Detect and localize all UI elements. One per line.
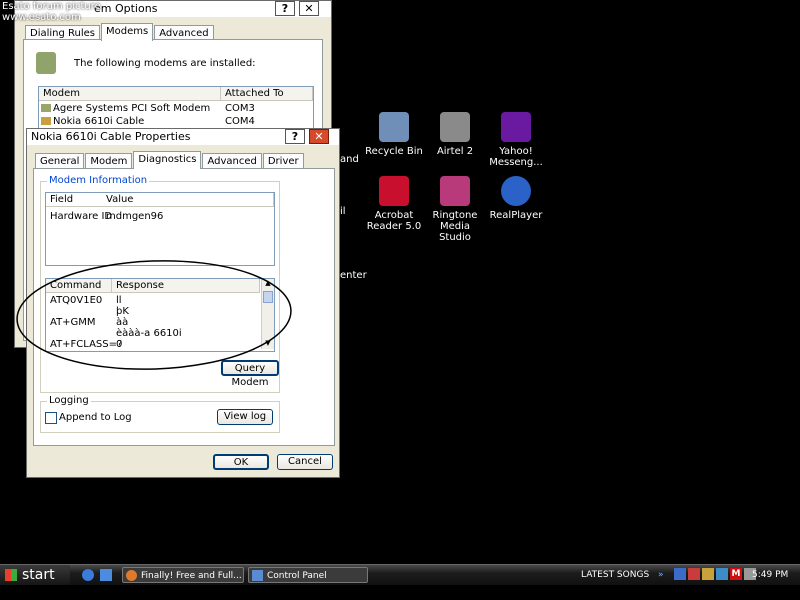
task-label: Finally! Free and Full...: [141, 571, 242, 581]
clock[interactable]: 5:49 PM: [752, 565, 788, 585]
logging-group: Logging Append to Log View log: [40, 395, 280, 433]
quick-launch-browser-icon[interactable]: [82, 569, 94, 581]
cmd-text: AT+GMM: [50, 317, 96, 328]
info-value: mdmgen96: [106, 211, 164, 222]
modems-intro: The following modems are installed:: [74, 58, 256, 69]
start-button[interactable]: start: [0, 565, 70, 585]
ok-button[interactable]: OK: [213, 454, 269, 470]
cable-properties-window: Nokia 6610i Cable Properties ? ✕ General…: [26, 128, 340, 478]
recycle-bin-label: Recycle Bin: [365, 146, 423, 157]
modem-port: COM3: [225, 103, 255, 114]
airtel-label: Airtel 2: [436, 146, 474, 157]
tab-diagnostics[interactable]: Diagnostics: [133, 151, 202, 169]
start-label: start: [22, 567, 55, 583]
scroll-thumb[interactable]: [263, 291, 273, 303]
scroll-up-arrow-icon[interactable]: ▲: [262, 279, 274, 289]
tab-modems[interactable]: Modems: [101, 23, 154, 41]
acrobat-reader-icon[interactable]: Acrobat Reader 5.0: [362, 176, 426, 232]
ringtone-media-studio-icon[interactable]: Ringtone Media Studio: [423, 176, 487, 243]
tab-advanced[interactable]: Advanced: [202, 153, 262, 169]
ringtone-media-studio-label: Ringtone Media Studio: [432, 210, 478, 243]
modem-options-title: em Options: [94, 2, 158, 15]
table-row[interactable]: Agere Systems PCI Soft Modem COM3: [39, 103, 313, 115]
modem-information-label: Modem Information: [47, 175, 150, 186]
logging-label: Logging: [47, 395, 91, 406]
column-attached-to[interactable]: Attached To: [221, 87, 313, 101]
system-tray: M: [674, 568, 756, 582]
view-log-button[interactable]: View log: [217, 409, 273, 425]
resp-text: àà: [116, 317, 129, 328]
cancel-button[interactable]: Cancel: [277, 454, 333, 470]
tab-driver[interactable]: Driver: [262, 153, 304, 169]
column-modem[interactable]: Modem: [39, 87, 221, 101]
control-panel-task-icon: [252, 570, 263, 581]
resp-text: ll: [116, 295, 122, 306]
windows-logo-icon: [5, 569, 17, 581]
modem-name: Nokia 6610i Cable: [53, 116, 145, 127]
cable-properties-tabs: General Modem Diagnostics Advanced Drive…: [35, 151, 305, 169]
modem-name: Agere Systems PCI Soft Modem: [53, 103, 211, 114]
column-command[interactable]: Command: [46, 279, 112, 293]
close-button[interactable]: ✕: [299, 1, 319, 16]
info-field: Hardware ID: [50, 211, 113, 222]
antivirus-icon[interactable]: M: [730, 568, 742, 580]
help-button[interactable]: ?: [275, 1, 295, 16]
table-row[interactable]: Nokia 6610i Cable COM4: [39, 116, 313, 128]
partial-icon-label-2: il: [340, 206, 346, 217]
latest-songs-toolbar[interactable]: LATEST SONGS »: [581, 565, 664, 585]
query-modem-button[interactable]: Query Modem: [221, 360, 279, 388]
column-value[interactable]: Value: [102, 193, 274, 207]
latest-songs-label: LATEST SONGS: [581, 570, 650, 580]
partial-icon-label-3: enter: [340, 270, 367, 281]
modem-row-icon: [41, 117, 51, 125]
acrobat-reader-label: Acrobat Reader 5.0: [366, 210, 422, 232]
yahoo-messenger-label: Yahoo! Messeng...: [489, 146, 543, 168]
monitor-icon[interactable]: [716, 568, 728, 580]
realplayer-icon[interactable]: RealPlayer: [484, 176, 548, 221]
tab-general[interactable]: General: [35, 153, 85, 169]
scroll-down-arrow-icon[interactable]: ▼: [262, 339, 274, 349]
taskbar-item-control-panel[interactable]: Control Panel: [248, 567, 368, 583]
info-list[interactable]: Field Value Hardware ID mdmgen96: [45, 192, 275, 266]
security-icon[interactable]: [688, 568, 700, 580]
browser-task-icon: [126, 570, 137, 581]
close-button[interactable]: ✕: [309, 129, 329, 144]
resp-text: 0: [116, 339, 123, 350]
cable-properties-title: Nokia 6610i Cable Properties: [31, 130, 191, 143]
messenger-icon[interactable]: [702, 568, 714, 580]
column-response[interactable]: Response: [112, 279, 260, 293]
watermark-line2: www.esato.com: [2, 12, 81, 23]
tab-modem[interactable]: Modem: [85, 153, 133, 169]
cmd-text: ATQ0V1E0: [50, 295, 103, 306]
vertical-scrollbar[interactable]: ▲ ▼: [261, 279, 274, 349]
append-to-log-label: Append to Log: [59, 412, 132, 423]
watermark-line1: Esato forum picture: [2, 1, 101, 12]
watermark: Esato forum picture www.esato.com: [2, 1, 101, 23]
command-response-list[interactable]: Command Response ATQ0V1E0 ll þK AT+GMM à…: [45, 278, 275, 352]
modem-information-group: Modem Information Field Value Hardware I…: [40, 175, 280, 393]
expand-chevron-icon[interactable]: »: [658, 570, 664, 580]
help-button[interactable]: ?: [285, 129, 305, 144]
resp-text: þK: [116, 306, 129, 317]
column-field[interactable]: Field: [46, 193, 102, 207]
modem-port: COM4: [225, 116, 255, 127]
quick-launch-desktop-icon[interactable]: [100, 569, 112, 581]
diagnostics-panel: Modem Information Field Value Hardware I…: [33, 168, 335, 446]
recycle-bin-icon[interactable]: Recycle Bin: [362, 112, 426, 157]
modem-icon: [36, 52, 56, 74]
append-to-log-checkbox[interactable]: [45, 412, 57, 424]
resp-text: èààà-a 6610i: [116, 328, 182, 339]
network-icon[interactable]: [674, 568, 686, 580]
realplayer-label: RealPlayer: [489, 210, 543, 221]
yahoo-messenger-icon[interactable]: Yahoo! Messeng...: [484, 112, 548, 168]
cmd-text: AT+FCLASS=?: [50, 339, 123, 350]
taskbar: start Finally! Free and Full... Control …: [0, 564, 800, 585]
task-label: Control Panel: [267, 571, 327, 581]
airtel-icon[interactable]: Airtel 2: [423, 112, 487, 157]
partial-icon-label-1: and: [340, 154, 359, 165]
modem-row-icon: [41, 104, 51, 112]
taskbar-item-browser[interactable]: Finally! Free and Full...: [122, 567, 244, 583]
